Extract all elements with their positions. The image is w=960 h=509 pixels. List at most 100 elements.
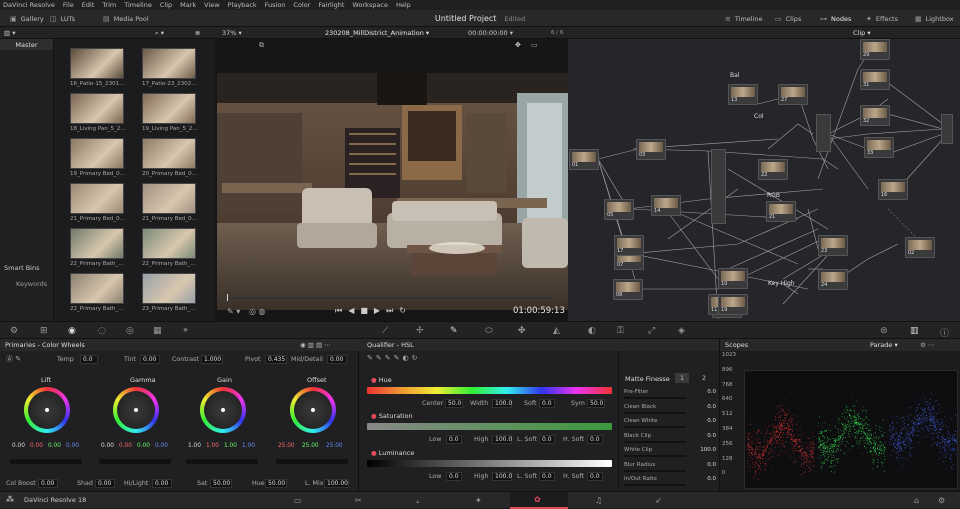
picker-icon[interactable]: Ⓐ ✎: [6, 354, 21, 364]
master-wheel-slider[interactable]: [10, 459, 82, 464]
clips-button[interactable]: ▭ Clips: [775, 10, 801, 27]
zoom-select[interactable]: 37% ▾: [222, 27, 242, 39]
lmix-field[interactable]: 100.00: [324, 479, 349, 488]
info-icon[interactable]: ⓘ: [940, 326, 949, 339]
lum-low-field[interactable]: 0.0: [446, 472, 462, 481]
wheel-value[interactable]: 1.00: [188, 443, 201, 449]
toggle-icon[interactable]: ⊜: [880, 326, 888, 336]
wheel-value[interactable]: 25.00: [278, 443, 295, 449]
hilight-field[interactable]: 0.00: [152, 479, 172, 488]
scopes-icon[interactable]: ▥: [910, 326, 919, 336]
master-wheel-slider[interactable]: [276, 459, 348, 464]
node-29[interactable]: 29: [860, 39, 890, 60]
cut-page-icon[interactable]: ✂: [355, 496, 362, 505]
node-10[interactable]: 10: [718, 268, 748, 289]
wheel-handle[interactable]: [311, 408, 315, 412]
smart-bins-header[interactable]: Smart Bins: [4, 264, 40, 272]
luminance-bar[interactable]: [367, 460, 612, 467]
matte-row-slider[interactable]: [624, 397, 686, 399]
matte-row-value[interactable]: 0.0: [707, 389, 716, 395]
node-08[interactable]: 08: [613, 279, 643, 300]
menu-item[interactable]: Clip: [160, 1, 172, 9]
menu-item[interactable]: Edit: [82, 1, 95, 9]
highlight-icon[interactable]: ✥: [515, 41, 521, 49]
saturation-bar[interactable]: [367, 423, 612, 430]
clip-thumbnail[interactable]: [70, 228, 124, 259]
node-14[interactable]: 14: [651, 195, 681, 216]
matte-row[interactable]: Clean Black 0.0: [624, 404, 716, 410]
layout-icon[interactable]: ▥ ▾: [4, 27, 15, 39]
menu-item[interactable]: Mark: [180, 1, 196, 9]
color-wheel[interactable]: [24, 387, 70, 433]
node-19[interactable]: 19: [718, 294, 748, 315]
matte-row-value[interactable]: 0.0: [707, 462, 716, 468]
wheel-value[interactable]: 0.00: [155, 443, 168, 449]
node-22[interactable]: 22: [758, 159, 788, 180]
transport-controls[interactable]: ⏮◀■▶⏭↻: [335, 306, 412, 316]
wheel-value[interactable]: 0.00: [48, 443, 61, 449]
matte-row-value[interactable]: 0.0: [707, 404, 716, 410]
matte-row-slider[interactable]: [624, 440, 686, 443]
menu-item[interactable]: Fairlight: [318, 1, 344, 9]
scope-settings-icon[interactable]: ⚙ ⋯: [920, 341, 934, 349]
camera-raw-icon[interactable]: ⚙: [10, 326, 18, 336]
home-icon[interactable]: ⌂: [914, 496, 919, 505]
hue-field[interactable]: 50.00: [265, 479, 287, 488]
node-05[interactable]: 05: [604, 199, 634, 220]
timeline-button[interactable]: ≡ Timeline: [725, 10, 763, 27]
wheel-value[interactable]: 1.00: [206, 443, 219, 449]
width-field[interactable]: 100.0: [492, 399, 512, 408]
viewer-scrubber[interactable]: [228, 297, 553, 299]
clip-thumbnail[interactable]: [142, 48, 196, 79]
wheel-value[interactable]: 0.00: [30, 443, 43, 449]
node-02[interactable]: 02: [905, 237, 935, 258]
fairlight-page-icon[interactable]: ♫: [595, 496, 602, 505]
sat-hsoft-field[interactable]: 0.0: [587, 435, 603, 444]
settings-icon[interactable]: ⚙: [938, 496, 945, 505]
timeline-name-select[interactable]: 230208_MillDistrict_Animation ▾: [325, 27, 429, 39]
lightbox-button[interactable]: ▦ Lightbox: [915, 10, 954, 27]
lum-lsoft-field[interactable]: 0.0: [539, 472, 555, 481]
master-wheel-slider[interactable]: [99, 459, 171, 464]
media-pool-button[interactable]: ▤ Media Pool: [103, 10, 149, 27]
keyframes-toggle-icon[interactable]: ⌖: [183, 326, 188, 336]
master-bin[interactable]: Master: [0, 39, 53, 50]
media-page-icon[interactable]: ▭: [294, 496, 302, 505]
lum-high-field[interactable]: 100.0: [492, 472, 512, 481]
magic-mask-icon[interactable]: ◭: [553, 326, 560, 336]
menu-item[interactable]: File: [63, 1, 74, 9]
effects-button[interactable]: ✦ Effects: [866, 10, 898, 27]
matte-row-value[interactable]: 100.0: [700, 447, 716, 453]
clip-thumbnail[interactable]: [142, 273, 196, 304]
node-17[interactable]: 17: [614, 235, 644, 256]
menu-item[interactable]: DaVinci Resolve: [3, 1, 55, 9]
output-mixer-node[interactable]: [941, 114, 953, 144]
contrast-field[interactable]: 1.000: [201, 355, 223, 364]
menu-item[interactable]: Color: [293, 1, 310, 9]
sat-lsoft-field[interactable]: 0.0: [539, 435, 555, 444]
menu-item[interactable]: Trim: [102, 1, 116, 9]
wheel-handle[interactable]: [134, 408, 138, 412]
clip-thumbnail[interactable]: [142, 93, 196, 124]
matte-row-value[interactable]: 0.0: [707, 418, 716, 424]
matte-row-slider[interactable]: [624, 469, 686, 472]
overlay-icon[interactable]: ◎ ◍: [249, 307, 266, 316]
parallel-mixer-node[interactable]: [711, 149, 726, 224]
node-03[interactable]: 03: [636, 139, 666, 160]
wheel-value[interactable]: 25.00: [326, 443, 343, 449]
wheel-value[interactable]: 0.00: [137, 443, 150, 449]
node-31[interactable]: 31: [860, 69, 890, 90]
cinema-icon[interactable]: ▭: [531, 41, 538, 49]
wheel-value[interactable]: 0.00: [119, 443, 132, 449]
edit-page-icon[interactable]: ⫠: [415, 496, 420, 506]
node-32[interactable]: 32: [860, 105, 890, 126]
warper-icon[interactable]: ✢: [416, 326, 424, 336]
matte-row-value[interactable]: 0.0: [707, 476, 716, 482]
wheel-handle[interactable]: [221, 408, 225, 412]
colboost-field[interactable]: 0.00: [38, 479, 58, 488]
soft-field[interactable]: 0.0: [539, 399, 555, 408]
node-mode-select[interactable]: Clip ▾: [853, 27, 871, 39]
blur-icon[interactable]: ◐: [588, 326, 596, 336]
sym-field[interactable]: 50.0: [587, 399, 605, 408]
matte-row[interactable]: Blur Radius 0.0: [624, 462, 716, 468]
